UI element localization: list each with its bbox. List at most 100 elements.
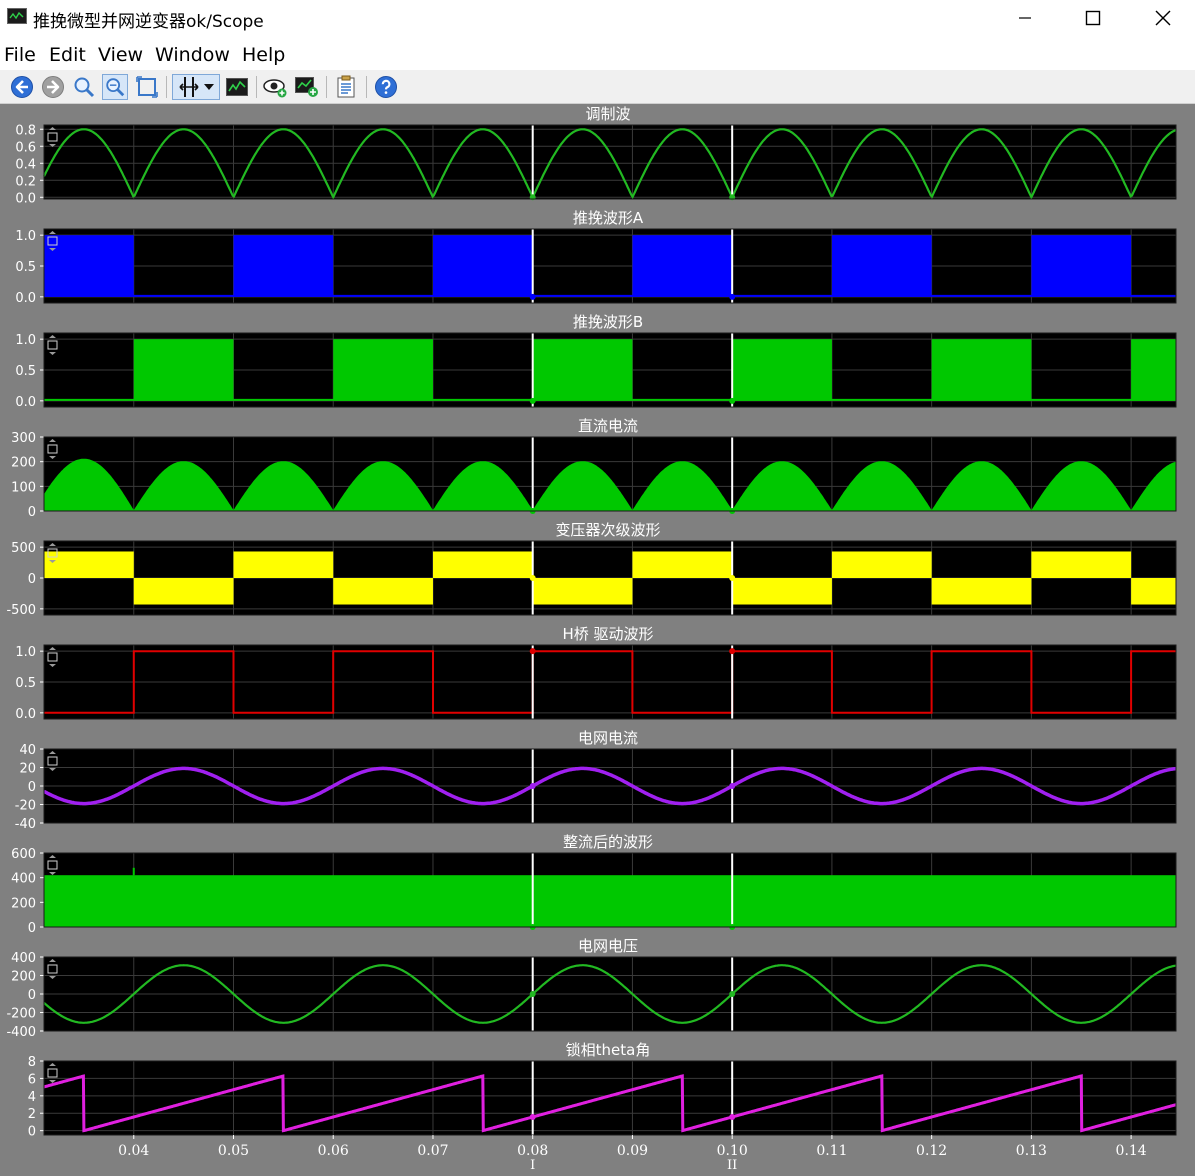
series-pulse xyxy=(632,551,733,578)
series-pulse xyxy=(233,551,334,578)
y-tick-label: 200 xyxy=(11,896,36,911)
plot-title: 推挽波形A xyxy=(573,209,644,227)
y-tick-label: 400 xyxy=(11,872,36,887)
y-tick-label: 0.5 xyxy=(15,364,36,379)
y-tick-label: 0.0 xyxy=(15,291,36,306)
series-pulse xyxy=(333,339,433,401)
series-pulse xyxy=(432,235,533,297)
cursor-marker xyxy=(729,293,736,300)
y-tick-label: 0.8 xyxy=(15,123,36,138)
series-pulse xyxy=(732,578,832,605)
y-tick-label: 1.0 xyxy=(15,229,36,244)
x-tick-label: 0.06 xyxy=(318,1143,349,1159)
series-pulse xyxy=(133,339,234,401)
x-tick-label: 0.11 xyxy=(816,1143,847,1159)
cursor-label: II xyxy=(727,1158,737,1173)
cursor-marker xyxy=(529,783,536,789)
cursor-marker xyxy=(529,575,536,581)
y-tick-label: 2 xyxy=(28,1107,36,1122)
scope-panel: 电网电流 -40 -20 0 20 40 xyxy=(15,729,1177,832)
x-tick-label: 0.12 xyxy=(916,1143,947,1159)
cursor-marker xyxy=(529,991,536,997)
y-tick-label: 0.0 xyxy=(15,395,36,410)
series-pulse xyxy=(1031,551,1132,578)
scope-panel: 推挽波形B 0.0 0.5 1.0 xyxy=(15,313,1177,410)
y-tick-label: 1.0 xyxy=(15,333,36,348)
x-tick-label: 0.13 xyxy=(1016,1143,1047,1159)
series-pulse xyxy=(1031,235,1132,297)
y-tick-label: 1.0 xyxy=(15,645,36,660)
x-tick-label: 0.05 xyxy=(218,1143,249,1159)
cursor-marker xyxy=(529,1113,536,1120)
plot-title: 推挽波形B xyxy=(573,313,643,331)
series-pulse xyxy=(532,578,633,605)
cursor-marker xyxy=(729,648,736,655)
y-tick-label: 0 xyxy=(28,780,36,795)
y-tick-label: 0 xyxy=(28,921,36,936)
scope-panel: 直流电流 0 100 200 300 xyxy=(11,417,1177,520)
y-tick-label: -40 xyxy=(15,817,36,832)
scope-panel: 锁相theta角 0 2 4 6 8 xyxy=(28,1041,1177,1140)
y-tick-label: -400 xyxy=(6,1025,36,1040)
plot-title: 整流后的波形 xyxy=(563,833,653,851)
x-tick-label: 0.09 xyxy=(617,1143,648,1159)
y-tick-label: 4 xyxy=(28,1090,36,1105)
plot-area xyxy=(44,125,1176,199)
plot-title: 锁相theta角 xyxy=(566,1041,651,1059)
scope-panel: 变压器次级波形 -500 0 500 xyxy=(6,521,1177,618)
y-tick-label: 6 xyxy=(28,1072,36,1087)
series-pulse xyxy=(831,235,932,297)
cursor-marker xyxy=(729,397,736,404)
x-axis: 0.04 0.05 0.06 0.07 0.08 0.09 0.10 0.11 0.12 0.13… xyxy=(118,1135,1147,1173)
y-tick-label: 8 xyxy=(28,1055,36,1070)
y-tick-label: 0.0 xyxy=(15,191,36,206)
series-pulse xyxy=(632,235,733,297)
cursor-marker xyxy=(729,783,736,789)
y-tick-label: 300 xyxy=(11,431,36,446)
plot-title: 调制波 xyxy=(585,105,630,123)
y-tick-label: 0 xyxy=(28,572,36,587)
y-tick-label: -500 xyxy=(6,603,36,618)
series-pulse xyxy=(732,339,832,401)
scope-panel: 推挽波形A 0.0 0.5 1.0 xyxy=(15,209,1177,306)
x-tick-label: 0.08 xyxy=(517,1143,548,1159)
x-tick-label: 0.07 xyxy=(417,1143,448,1159)
y-tick-label: 0.5 xyxy=(15,676,36,691)
cursor-label: I xyxy=(530,1158,535,1173)
series-pulse xyxy=(333,578,433,605)
scope-panel: H桥 驱动波形 0.0 0.5 1.0 xyxy=(15,625,1177,722)
series-pulse xyxy=(133,578,234,605)
series-pulse xyxy=(931,339,1032,401)
x-tick-label: 0.14 xyxy=(1116,1143,1147,1159)
cursor-marker xyxy=(729,575,736,581)
series-pulse xyxy=(831,551,932,578)
y-tick-label: 400 xyxy=(11,951,36,966)
y-tick-label: 100 xyxy=(11,480,36,495)
y-tick-label: 0.6 xyxy=(15,140,36,155)
x-tick-label: 0.10 xyxy=(717,1143,748,1159)
cursor-marker xyxy=(529,648,536,655)
plot-title: 电网电压 xyxy=(578,937,638,955)
series-area xyxy=(44,875,1176,927)
y-tick-label: 20 xyxy=(19,762,36,777)
x-tick-label: 0.04 xyxy=(118,1143,149,1159)
scope-panel: 调制波 0.0 0.2 0.4 0.6 0.8 xyxy=(15,105,1177,206)
series-pulse xyxy=(233,235,334,297)
y-tick-label: 200 xyxy=(11,456,36,471)
plot-title: 电网电流 xyxy=(578,729,638,747)
series-pulse xyxy=(1131,339,1176,401)
y-tick-label: 40 xyxy=(19,743,36,758)
cursor-marker xyxy=(529,397,536,404)
y-tick-label: 0 xyxy=(28,988,36,1003)
cursor-marker xyxy=(729,1113,736,1120)
plot-title: 变压器次级波形 xyxy=(555,521,660,539)
y-tick-label: 0 xyxy=(28,1125,36,1140)
scope-panel: 整流后的波形 0 200 400 600 xyxy=(11,833,1177,936)
cursor-marker xyxy=(529,293,536,300)
scope-panel: 电网电压 -400 -200 0 200 400 xyxy=(6,937,1177,1040)
scope-plots[interactable]: 调制波 0.0 0.2 0.4 0.6 0.8 推挽波形A 0.0 0.5 1.0 推挽波形B 0.0… xyxy=(0,0,1195,1176)
y-tick-label: 200 xyxy=(11,970,36,985)
y-tick-label: 600 xyxy=(11,847,36,862)
series-pulse xyxy=(432,551,533,578)
y-tick-label: 500 xyxy=(11,541,36,556)
